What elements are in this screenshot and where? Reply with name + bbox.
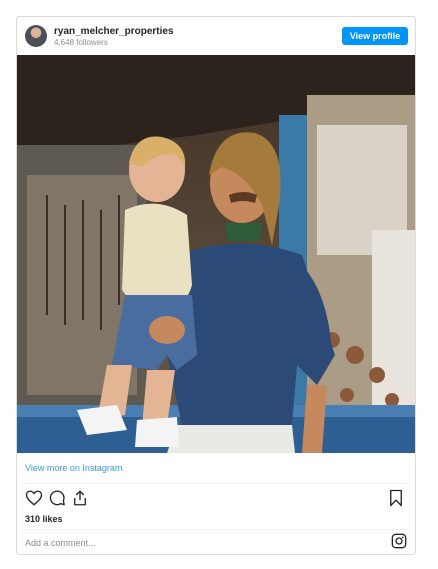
action-bar xyxy=(17,487,415,511)
comment-input[interactable]: Add a comment... xyxy=(25,538,96,548)
post-photo[interactable] xyxy=(17,55,415,453)
like-count[interactable]: 310 likes xyxy=(25,514,63,524)
share-icon[interactable] xyxy=(71,489,89,507)
heart-icon[interactable] xyxy=(25,489,43,507)
post-header: ryan_melcher_properties 4,648 followers … xyxy=(17,17,415,55)
username[interactable]: ryan_melcher_properties xyxy=(54,26,174,37)
view-profile-button[interactable]: View profile xyxy=(342,27,408,45)
divider xyxy=(25,483,407,484)
comment-icon[interactable] xyxy=(48,489,66,507)
instagram-icon[interactable] xyxy=(391,533,407,549)
avatar[interactable] xyxy=(25,25,47,47)
vintage-photo-illustration xyxy=(17,55,415,453)
view-more-on-instagram-link[interactable]: View more on Instagram xyxy=(25,463,122,473)
follower-count: 4,648 followers xyxy=(54,38,108,47)
bookmark-icon[interactable] xyxy=(387,489,405,507)
instagram-embed-card: ryan_melcher_properties 4,648 followers … xyxy=(16,16,416,555)
divider xyxy=(25,529,407,530)
